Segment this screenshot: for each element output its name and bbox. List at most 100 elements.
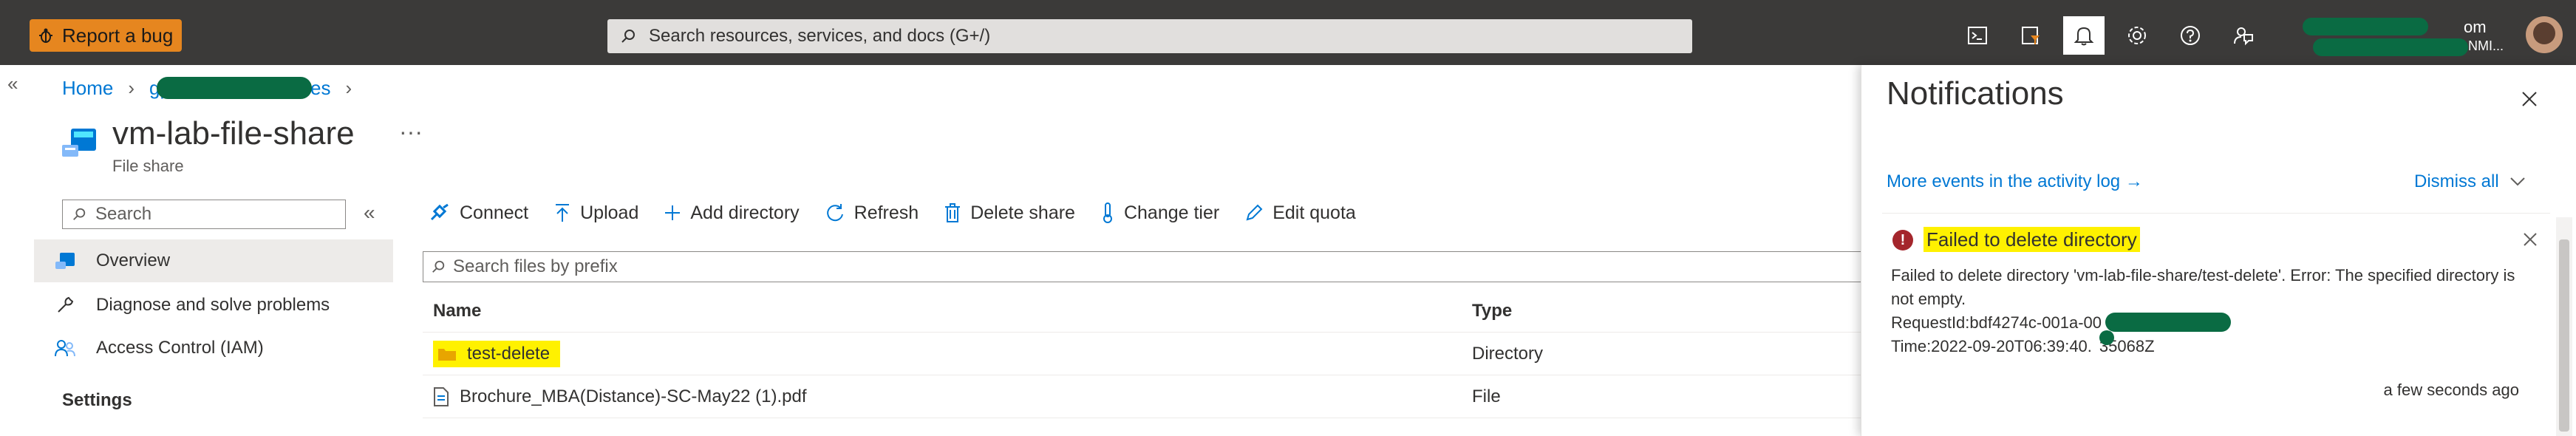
delete-share-label: Delete share (970, 202, 1075, 223)
account-name: om (2464, 18, 2487, 36)
trash-icon (944, 202, 961, 223)
help-icon[interactable] (2170, 16, 2211, 55)
page-subtitle: File share (112, 157, 184, 175)
avatar[interactable] (2526, 16, 2563, 53)
files-table: Name Type test-delete Directory Brochure… (423, 290, 1871, 418)
notification-title: Failed to delete directory (1924, 227, 2140, 252)
file-type: File (1472, 386, 1501, 406)
request-time: Time:2022-09-20T06:39:40. 35068Z (1891, 330, 2519, 358)
close-icon[interactable] (2515, 84, 2544, 114)
page-title: vm-lab-file-share (112, 115, 355, 151)
cloud-shell-icon[interactable] (1957, 16, 1998, 55)
document-icon (433, 386, 449, 406)
account-menu[interactable]: om NMI... (2291, 13, 2512, 58)
sidebar-item-label: Access Control (IAM) (96, 338, 264, 358)
chevron-right-icon: › (345, 76, 352, 99)
error-icon: ! (1892, 230, 1913, 251)
request-id: RequestId:bdf4274c-001a-000000000 (1891, 311, 2519, 335)
files-search-input[interactable]: Search files by prefix (423, 251, 1871, 282)
account-directory: NMI... (2468, 38, 2504, 53)
table-header: Name Type (423, 290, 1871, 333)
search-icon (63, 207, 95, 222)
global-search-input[interactable]: Search resources, services, and docs (G+… (607, 19, 1692, 53)
sidebar-item-iam[interactable]: Access Control (IAM) (34, 327, 393, 369)
directory-filter-icon[interactable] (2010, 16, 2051, 55)
upload-button[interactable]: Upload (553, 202, 638, 224)
notifications-icon[interactable] (2063, 16, 2105, 55)
change-tier-label: Change tier (1123, 202, 1220, 223)
feedback-icon[interactable] (2223, 16, 2264, 55)
file-share-icon (61, 123, 100, 160)
upload-label: Upload (580, 202, 639, 223)
redaction-mark (2099, 330, 2114, 345)
table-row[interactable]: test-delete Directory (423, 333, 1871, 375)
delete-share-button[interactable]: Delete share (944, 202, 1075, 224)
notifications-title: Notifications (1887, 75, 2064, 112)
command-bar: Connect Upload Add directory Refresh Del… (429, 197, 1381, 229)
refresh-icon (825, 202, 845, 223)
edit-quota-button[interactable]: Edit quota (1244, 202, 1356, 224)
notification-card[interactable]: ! Failed to delete directory Failed to d… (1882, 213, 2550, 432)
scrollbar-thumb[interactable] (2559, 239, 2569, 432)
menu-search-input[interactable]: Search (62, 200, 346, 229)
table-row[interactable]: Brochure_MBA(Distance)-SC-May22 (1).pdf … (423, 375, 1871, 418)
breadcrumb-parent[interactable]: gpv2sub (149, 76, 313, 100)
notifications-panel: Notifications More events in the activit… (1861, 65, 2576, 436)
notifications-scrollbar[interactable] (2556, 217, 2572, 436)
file-type: Directory (1472, 343, 1544, 364)
file-name-link[interactable]: test-delete (467, 344, 550, 364)
file-name-link[interactable]: Brochure_MBA(Distance)-SC-May22 (1).pdf (460, 386, 807, 407)
people-icon (34, 338, 96, 358)
bug-icon (30, 27, 62, 44)
search-icon (423, 259, 453, 274)
sidebar-item-label: Overview (96, 251, 171, 270)
chevron-double-left-icon[interactable]: « (7, 72, 18, 95)
plus-icon (664, 204, 681, 222)
dismiss-all-button[interactable]: Dismiss all (2414, 171, 2526, 192)
sidebar-item-label: Diagnose and solve problems (96, 295, 330, 315)
report-bug-label: Report a bug (62, 24, 174, 47)
redaction-mark (2313, 38, 2468, 56)
refresh-label: Refresh (853, 202, 919, 223)
wrench-icon (34, 296, 96, 315)
dismiss-all-label: Dismiss all (2414, 171, 2499, 191)
sidebar-item-overview[interactable]: Overview (34, 239, 393, 282)
refresh-button[interactable]: Refresh (825, 202, 919, 224)
thermometer-icon (1100, 202, 1115, 224)
overview-icon (34, 251, 96, 270)
top-bar: Report a bug Search resources, services,… (0, 0, 2576, 65)
sidebar-section-settings: Settings (62, 390, 132, 410)
redaction-mark (2303, 18, 2428, 35)
activity-log-link[interactable]: More events in the activity log → (1887, 171, 2143, 192)
collapse-menu-icon[interactable]: « (364, 201, 375, 225)
chevron-down-icon[interactable] (2509, 171, 2526, 192)
redaction-mark (2105, 313, 2231, 332)
change-tier-button[interactable]: Change tier (1100, 202, 1219, 224)
search-icon (607, 28, 649, 44)
connect-button[interactable]: Connect (429, 202, 528, 224)
breadcrumb: Home › gpv2sub File shares › (62, 76, 352, 100)
files-search-placeholder: Search files by prefix (453, 256, 618, 276)
redaction-mark (157, 76, 313, 99)
link-icon (429, 203, 451, 222)
breadcrumb-home[interactable]: Home (62, 77, 113, 100)
chevron-right-icon: › (128, 76, 135, 99)
settings-icon[interactable] (2116, 16, 2158, 55)
notification-message: Failed to delete directory 'vm-lab-file-… (1891, 264, 2519, 358)
notification-timestamp: a few seconds ago (2383, 381, 2519, 399)
more-options-button[interactable]: ··· (399, 118, 423, 146)
global-search-placeholder: Search resources, services, and docs (G+… (649, 26, 991, 46)
add-directory-button[interactable]: Add directory (664, 202, 800, 224)
folder-icon (437, 347, 457, 361)
pencil-icon (1244, 203, 1264, 222)
highlight-mark: test-delete (433, 340, 561, 367)
connect-label: Connect (460, 202, 529, 223)
column-header-name[interactable]: Name (423, 301, 1472, 321)
sidebar-item-diagnose[interactable]: Diagnose and solve problems (34, 284, 393, 327)
report-bug-button[interactable]: Report a bug (30, 19, 182, 52)
upload-icon (553, 202, 571, 223)
close-icon[interactable] (2519, 228, 2541, 251)
add-directory-label: Add directory (690, 202, 800, 223)
edit-quota-label: Edit quota (1272, 202, 1356, 223)
column-header-type[interactable]: Type (1472, 301, 1768, 321)
